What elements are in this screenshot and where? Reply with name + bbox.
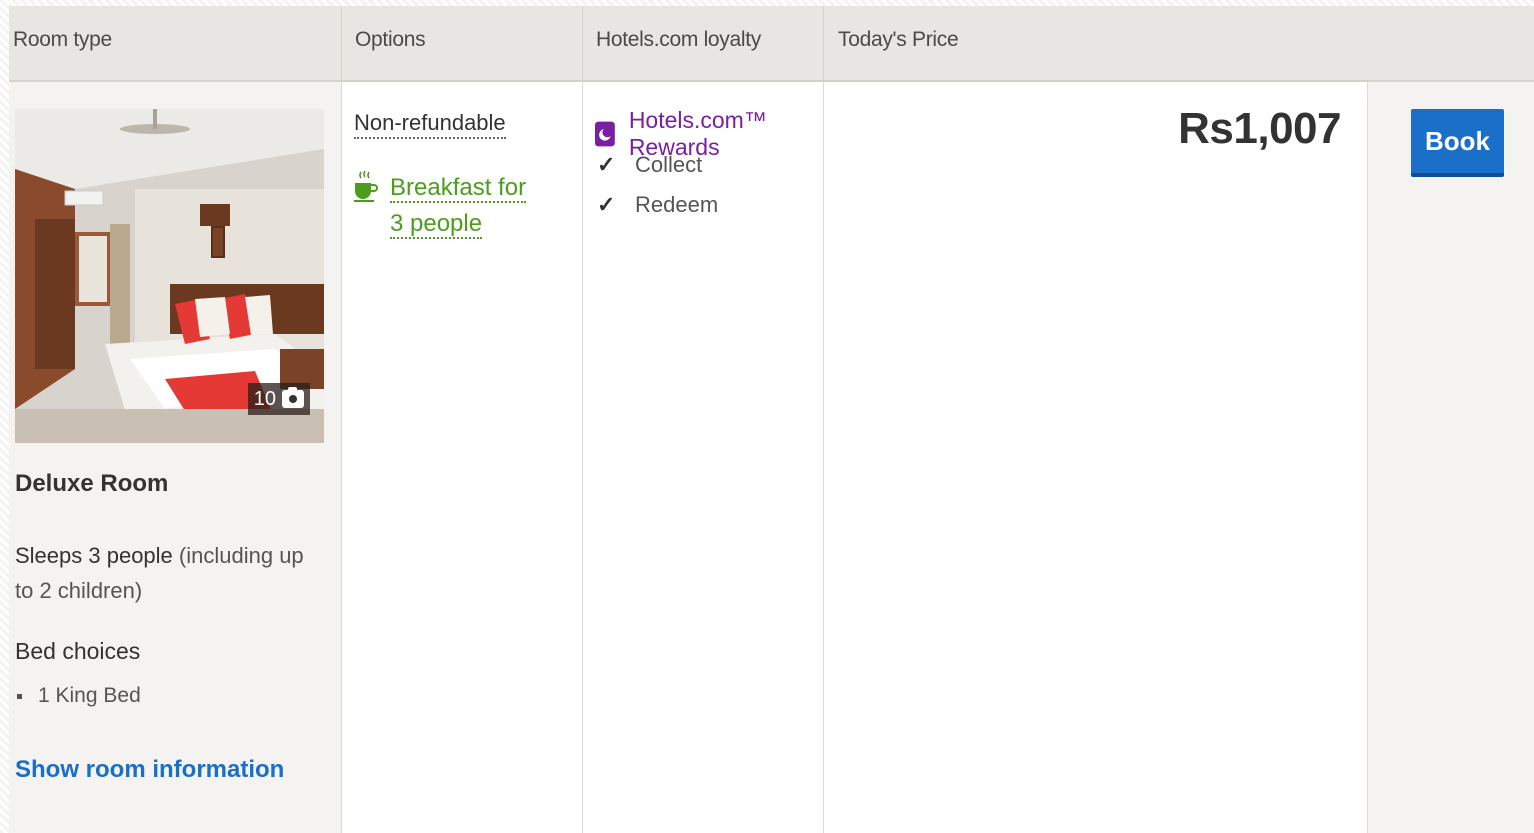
left-edge-decoration	[0, 0, 9, 833]
room-name: Deluxe Room	[15, 470, 169, 497]
price-cell: Rs1,007	[823, 82, 1367, 833]
header-loyalty: Hotels.com loyalty	[582, 6, 823, 80]
breakfast-option: Breakfast for 3 people	[352, 170, 530, 242]
page: Room type Options Hotels.com loyalty Tod…	[0, 0, 1534, 833]
check-icon: ✓	[597, 192, 616, 217]
photo-count: 10	[253, 387, 276, 410]
bed-choices-title: Bed choices	[15, 638, 141, 664]
header-todays-price: Today's Price	[823, 6, 1534, 80]
collect-label: Collect	[635, 152, 703, 177]
check-icon: ✓	[597, 152, 616, 177]
header-options: Options	[341, 6, 582, 80]
room-photo[interactable]: 10	[15, 109, 324, 443]
occupancy-strong: Sleeps 3 people	[15, 543, 173, 568]
loyalty-cell: Hotels.com™ Rewards ✓ Collect ✓ Redeem	[582, 82, 823, 833]
camera-icon	[282, 387, 304, 408]
show-room-information-link[interactable]: Show room information	[15, 756, 284, 784]
options-cell: Non-refundable Breakfast for 3 people	[341, 82, 582, 833]
hotels-rewards-logo-icon	[595, 121, 615, 147]
bed-choice-item: 1 King Bed	[15, 684, 141, 708]
table-header: Room type Options Hotels.com loyalty Tod…	[9, 6, 1534, 82]
redeem-label: Redeem	[635, 192, 719, 217]
todays-price: Rs1,007	[1178, 104, 1341, 153]
room-occupancy: Sleeps 3 people (including up to 2 child…	[15, 538, 315, 608]
breakfast-link[interactable]: Breakfast for 3 people	[390, 174, 527, 239]
non-refundable-link[interactable]: Non-refundable	[354, 110, 506, 139]
room-type-cell: 10 Deluxe Room Sleeps 3 people (includin…	[9, 82, 341, 833]
room-rates-table: Room type Options Hotels.com loyalty Tod…	[9, 6, 1534, 833]
book-button[interactable]: Book	[1411, 109, 1504, 177]
coffee-cup-icon	[354, 170, 378, 202]
photo-count-badge[interactable]: 10	[247, 383, 310, 415]
bullet-icon	[17, 693, 22, 699]
collect-row: ✓ Collect	[597, 152, 702, 178]
header-room-type: Room type	[13, 28, 112, 51]
redeem-row: ✓ Redeem	[597, 192, 718, 218]
bed-choice-label: 1 King Bed	[38, 684, 141, 707]
book-cell: Book	[1367, 82, 1534, 833]
